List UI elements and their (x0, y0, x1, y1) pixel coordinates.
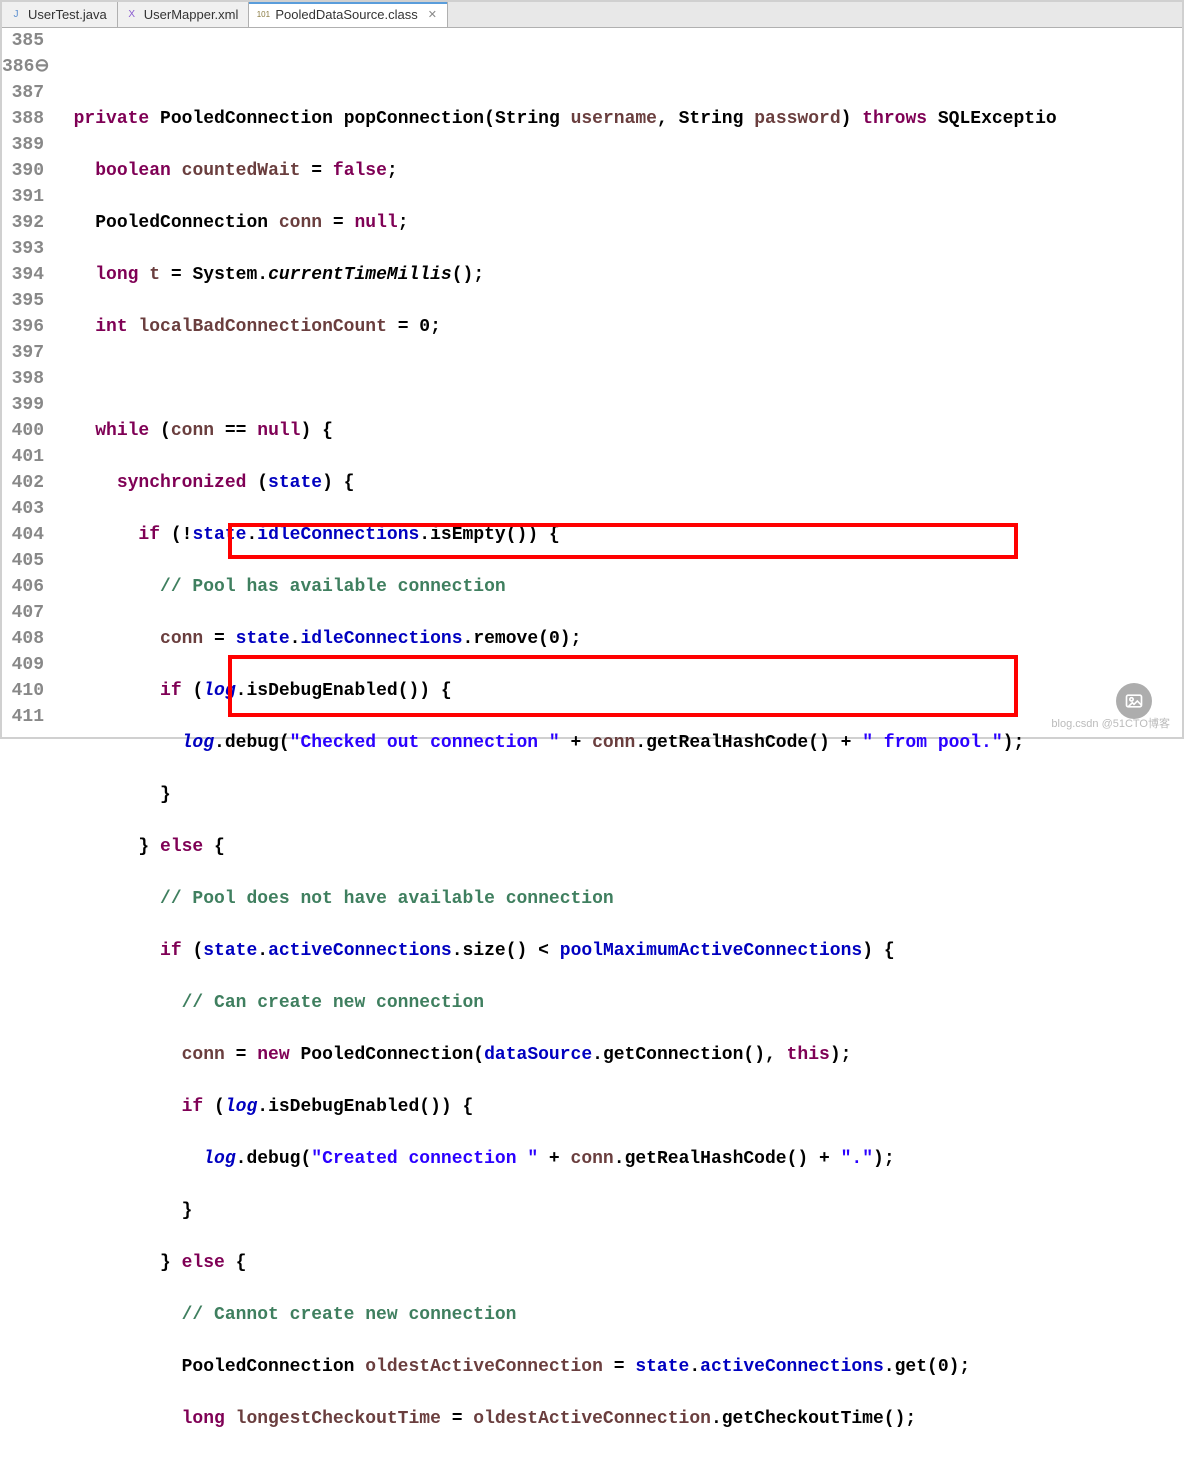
code-line: if (log.isDebugEnabled()) { (52, 1094, 1182, 1120)
line-number: 405 (2, 548, 44, 574)
line-number: 402 (2, 470, 44, 496)
editor[interactable]: 385 386⊖ 387 388 389 390 391 392 393 394… (2, 28, 1182, 737)
line-number-gutter: 385 386⊖ 387 388 389 390 391 392 393 394… (2, 28, 50, 737)
line-number: 389 (2, 132, 44, 158)
code-line: boolean countedWait = false; (52, 158, 1182, 184)
code-line: long t = System.currentTimeMillis(); (52, 262, 1182, 288)
line-number: 385 (2, 28, 44, 54)
code-line: synchronized (state) { (52, 470, 1182, 496)
code-line: } else { (52, 834, 1182, 860)
line-number: 409 (2, 652, 44, 678)
line-number: 407 (2, 600, 44, 626)
code-line: // Can create new connection (52, 990, 1182, 1016)
close-icon[interactable]: ✕ (428, 8, 437, 21)
line-number: 411 (2, 704, 44, 730)
line-number: 400 (2, 418, 44, 444)
code-line: long longestCheckoutTime = oldestActiveC… (52, 1406, 1182, 1432)
code-line: if (log.isDebugEnabled()) { (52, 678, 1182, 704)
line-number: 395 (2, 288, 44, 314)
tab-pooleddatasource[interactable]: 101 PooledDataSource.class ✕ (249, 2, 448, 27)
class-file-icon: 101 (255, 7, 271, 23)
code-line: } (52, 1198, 1182, 1224)
code-line: conn = new PooledConnection(dataSource.g… (52, 1042, 1182, 1068)
code-line: } else { (52, 1250, 1182, 1276)
line-number: 391 (2, 184, 44, 210)
line-number: 406 (2, 574, 44, 600)
line-number: 396 (2, 314, 44, 340)
line-number: 393 (2, 236, 44, 262)
line-number: 390 (2, 158, 44, 184)
line-number: 392 (2, 210, 44, 236)
image-overlay-button[interactable] (1116, 683, 1152, 719)
line-number: 397 (2, 340, 44, 366)
code-line: PooledConnection oldestActiveConnection … (52, 1354, 1182, 1380)
code-line: log.debug("Checked out connection " + co… (52, 730, 1182, 756)
tab-usertest[interactable]: J UserTest.java (2, 2, 118, 27)
line-number: 410 (2, 678, 44, 704)
java-file-icon: J (8, 7, 24, 23)
tab-usermapper[interactable]: X UserMapper.xml (118, 2, 250, 27)
line-number: 388 (2, 106, 44, 132)
line-number: 387 (2, 80, 44, 106)
code-line (52, 54, 1182, 80)
code-line: // Pool has available connection (52, 574, 1182, 600)
tab-label: UserMapper.xml (144, 7, 239, 22)
line-number: 403 (2, 496, 44, 522)
code-line: int localBadConnectionCount = 0; (52, 314, 1182, 340)
code-line: conn = state.idleConnections.remove(0); (52, 626, 1182, 652)
line-number: 401 (2, 444, 44, 470)
code-line: if (state.activeConnections.size() < poo… (52, 938, 1182, 964)
code-line: PooledConnection conn = null; (52, 210, 1182, 236)
line-number: 399 (2, 392, 44, 418)
tab-label: PooledDataSource.class (275, 7, 417, 22)
code-line: if (!state.idleConnections.isEmpty()) { (52, 522, 1182, 548)
picture-icon (1124, 691, 1144, 711)
line-number: 404 (2, 522, 44, 548)
code-line: } (52, 782, 1182, 808)
code-area[interactable]: private PooledConnection popConnection(S… (50, 28, 1182, 737)
line-number: 394 (2, 262, 44, 288)
code-line: log.debug("Created connection " + conn.g… (52, 1146, 1182, 1172)
code-line: private PooledConnection popConnection(S… (52, 106, 1182, 132)
code-line: // Cannot create new connection (52, 1302, 1182, 1328)
tab-label: UserTest.java (28, 7, 107, 22)
line-number: 408 (2, 626, 44, 652)
code-line: // Pool does not have available connecti… (52, 886, 1182, 912)
watermark-text: blog.csdn @51CTO博客 (1051, 715, 1170, 731)
line-number: 398 (2, 366, 44, 392)
code-line (52, 366, 1182, 392)
xml-file-icon: X (124, 7, 140, 23)
code-line: while (conn == null) { (52, 418, 1182, 444)
editor-tabs: J UserTest.java X UserMapper.xml 101 Poo… (2, 2, 1182, 28)
line-number: 386⊖ (2, 54, 44, 80)
